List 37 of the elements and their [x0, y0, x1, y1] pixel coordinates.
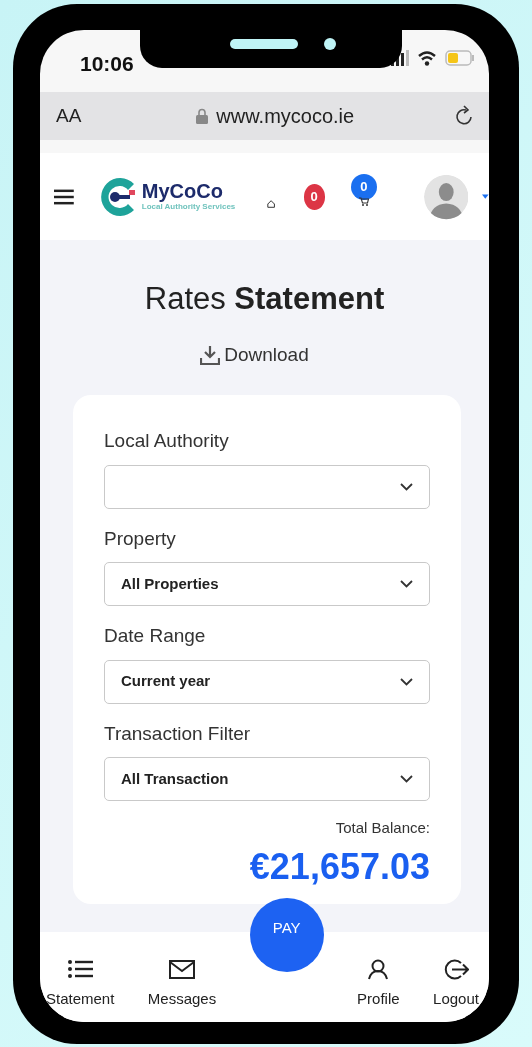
chevron-down-icon — [400, 775, 413, 783]
notification-badge: 0 — [303, 183, 325, 210]
cart-icon[interactable] — [358, 196, 369, 206]
total-balance-amount: €21,657.03 — [248, 844, 430, 889]
nav-item[interactable]: Statement — [46, 958, 115, 1010]
status-time: 10:06 — [80, 51, 134, 77]
logo-text: MyCoCo — [141, 180, 224, 201]
nav-item[interactable]: Messages — [147, 958, 217, 1010]
battery-icon — [445, 50, 475, 66]
chevron-down-icon — [400, 677, 413, 686]
cart-badge: 0 — [350, 173, 377, 200]
nav-item[interactable]: Logout — [433, 958, 479, 1010]
dropdown-field[interactable] — [104, 464, 430, 509]
nav-item[interactable]: Profile — [357, 958, 400, 1010]
chevron-down-icon — [400, 580, 413, 588]
lock-icon — [196, 108, 209, 124]
home-icon[interactable] — [267, 198, 276, 209]
field-label: Date Range — [104, 624, 207, 648]
text-size-button[interactable]: AA — [56, 101, 82, 131]
page-title: Rates Statement — [143, 280, 386, 318]
total-balance-label: Total Balance: — [334, 818, 430, 838]
url-text[interactable]: www.mycoco.ie — [216, 101, 355, 131]
list-icon — [67, 958, 94, 980]
dropdown-field[interactable]: All Properties — [104, 562, 430, 606]
dropdown-field[interactable]: Current year — [104, 659, 430, 704]
download-icon — [200, 344, 221, 365]
field-label: Local Authority — [104, 429, 230, 453]
logo-tagline: Local Authority Services — [141, 201, 236, 213]
field-label: Property — [104, 526, 177, 551]
chevron-down-icon — [400, 482, 413, 491]
reload-icon[interactable] — [455, 105, 475, 127]
download-link[interactable]: Download — [200, 340, 309, 369]
logout-icon — [443, 958, 470, 980]
field-label: Transaction Filter — [104, 721, 252, 746]
wifi-icon — [417, 50, 437, 66]
dropdown-field[interactable]: All Transaction — [104, 757, 430, 801]
envelope-icon — [169, 958, 195, 980]
